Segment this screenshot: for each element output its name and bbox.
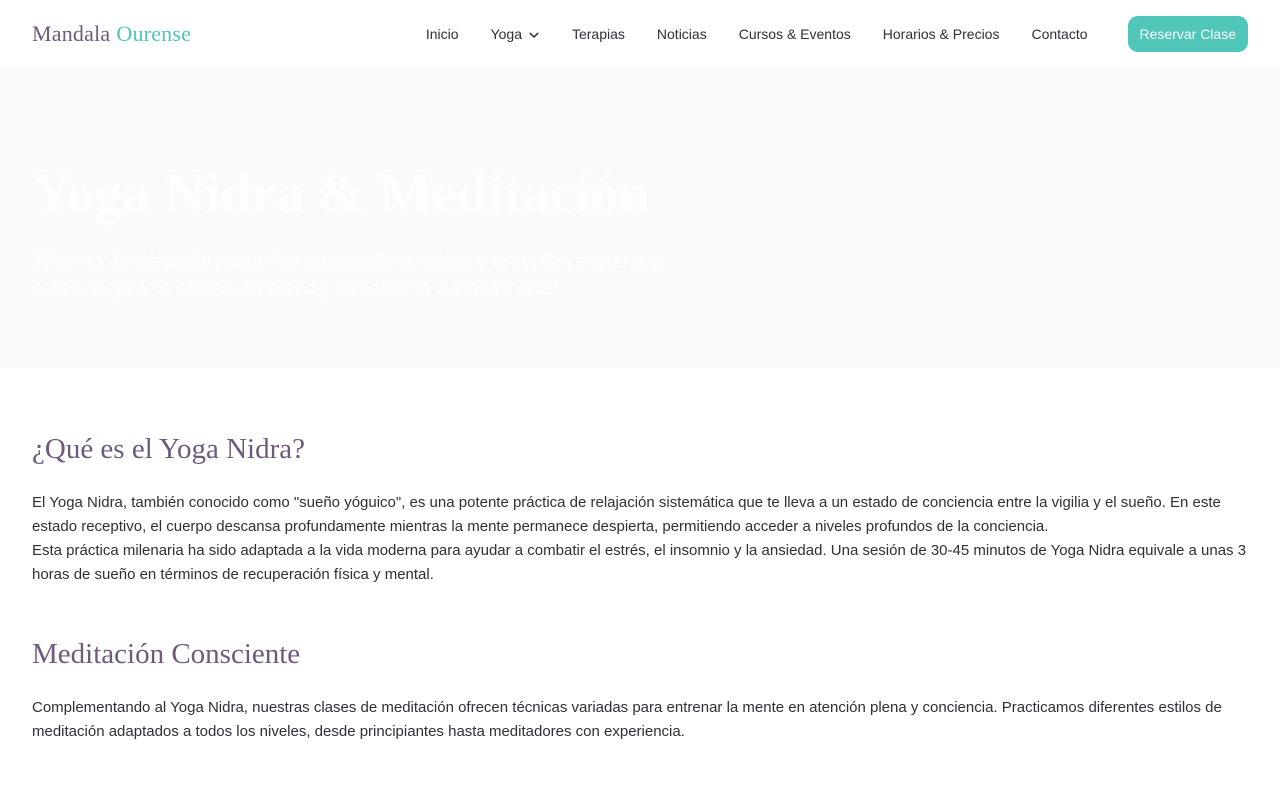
nav-item-label: Noticias: [656, 26, 707, 42]
nav-item-cursos-eventos[interactable]: Cursos & Eventos: [739, 26, 851, 42]
nav-item-inicio[interactable]: Inicio: [426, 26, 459, 42]
site-logo[interactable]: Mandala Ourense: [32, 21, 191, 47]
chevron-down-icon: [528, 28, 540, 40]
hero-subtitle: Técnicas de relajación profunda y medita…: [32, 250, 666, 299]
nav-item-yoga[interactable]: Yoga: [491, 26, 540, 42]
site-header: Mandala Ourense Inicio Yoga Terapias Not…: [0, 0, 1280, 68]
section-title: Meditación Consciente: [32, 637, 301, 670]
nav-item-noticias[interactable]: Noticias: [657, 26, 707, 42]
section-meditacion-consciente: Meditación Consciente Complementando al …: [32, 637, 1248, 744]
nav-item-label: Yoga: [490, 26, 522, 42]
main-navigation: Inicio Yoga Terapias Noticias Cursos & E…: [426, 16, 1248, 52]
nav-item-label: Horarios & Precios: [882, 26, 1000, 42]
reservar-clase-button[interactable]: Reservar Clase: [1127, 16, 1248, 52]
main-content: ¿Qué es el Yoga Nidra? El Yoga Nidra, ta…: [0, 368, 1280, 744]
hero-title: Yoga Nidra & Meditación: [32, 163, 650, 225]
brand-name-part1: Mandala: [32, 21, 111, 46]
section-paragraph: Esta práctica milenaria ha sido adaptada…: [32, 541, 1247, 583]
section-paragraph: Complementando al Yoga Nidra, nuestras c…: [32, 698, 1222, 740]
section-yoga-nidra: ¿Qué es el Yoga Nidra? El Yoga Nidra, ta…: [32, 432, 1248, 587]
nav-item-contacto[interactable]: Contacto: [1031, 26, 1087, 42]
section-paragraph: El Yoga Nidra, también conocido como "su…: [32, 493, 1221, 535]
brand-name-part2: Ourense: [116, 21, 192, 46]
nav-item-label: Terapias: [571, 26, 625, 42]
nav-item-label: Inicio: [425, 26, 459, 42]
section-title: ¿Qué es el Yoga Nidra?: [32, 433, 306, 465]
nav-item-label: Contacto: [1031, 26, 1088, 42]
hero-banner: Yoga Nidra & Meditación Técnicas de rela…: [0, 68, 1280, 368]
nav-item-horarios-precios[interactable]: Horarios & Precios: [883, 26, 1000, 42]
nav-item-terapias[interactable]: Terapias: [572, 26, 625, 42]
nav-item-label: Cursos & Eventos: [738, 26, 851, 42]
